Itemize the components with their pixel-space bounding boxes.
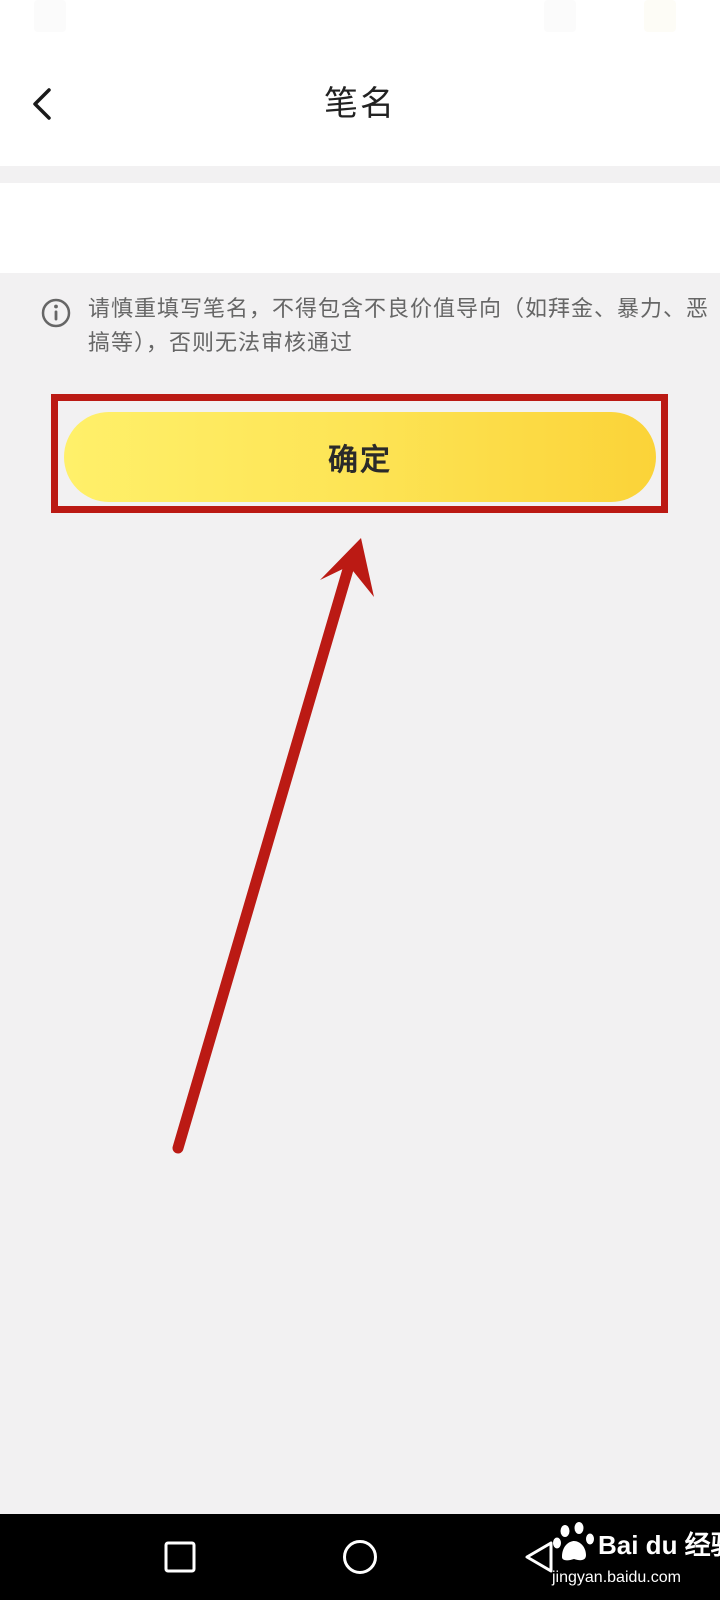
status-bar [0, 0, 720, 40]
notice-text: 请慎重填写笔名，不得包含不良价值导向（如拜金、暴力、恶搞等），否则无法审核通过 [88, 297, 710, 356]
status-indicator [34, 0, 66, 32]
recent-apps-button[interactable] [137, 1514, 223, 1600]
paw-logo-icon [553, 1522, 594, 1561]
info-circle-icon [41, 298, 71, 328]
square-icon [164, 1541, 196, 1573]
screen: 笔名 请慎重填写笔名，不得包含不良价值导向（如拜金、暴力、恶搞等），否则无法审核… [0, 0, 720, 1600]
navigation-bar: 笔名 [0, 40, 720, 166]
penname-input-panel [0, 183, 720, 273]
penname-input[interactable] [0, 183, 720, 273]
home-button[interactable] [317, 1514, 403, 1600]
confirm-button[interactable]: 确定 [64, 412, 656, 502]
annotation-arrow-head [320, 538, 374, 597]
annotation-arrow-shaft [172, 560, 355, 1154]
status-indicator [644, 0, 676, 32]
circle-icon [343, 1540, 377, 1574]
watermark: Bai du 经验 jingyan.baidu.com [546, 1517, 720, 1597]
watermark-brand: Bai du 经验 [598, 1530, 720, 1560]
status-indicator [544, 0, 576, 32]
page-title: 笔名 [324, 84, 396, 124]
watermark-url: jingyan.baidu.com [552, 1569, 681, 1586]
